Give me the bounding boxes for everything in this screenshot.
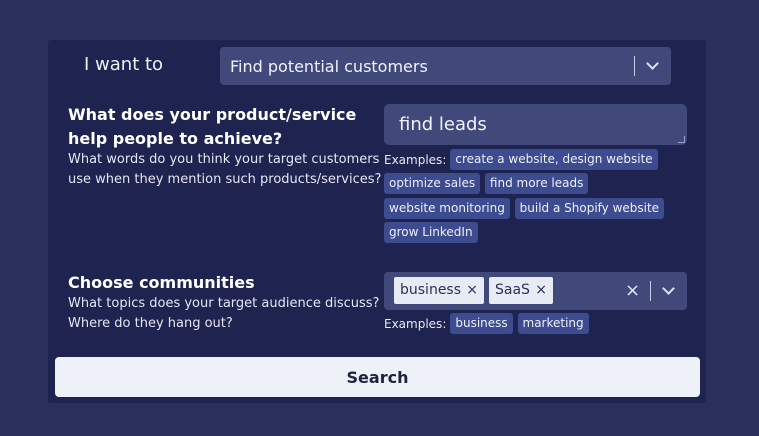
- search-button[interactable]: Search: [55, 357, 700, 397]
- communities-select[interactable]: business × SaaS × ×: [384, 272, 687, 310]
- example-tag[interactable]: marketing: [517, 313, 589, 334]
- intent-select[interactable]: Find potential customers: [220, 47, 671, 85]
- example-tag[interactable]: optimize sales: [384, 173, 481, 194]
- remove-chip-icon[interactable]: ×: [535, 277, 547, 304]
- achieve-examples-row-1: Examples: create a website, design websit…: [384, 149, 659, 170]
- example-tag[interactable]: grow LinkedIn: [384, 222, 478, 243]
- remove-chip-icon[interactable]: ×: [466, 277, 478, 304]
- chevron-down-icon[interactable]: [646, 57, 659, 70]
- search-form-panel: I want to Find potential customers What …: [48, 40, 706, 403]
- chip-label: business: [400, 282, 462, 298]
- communities-examples-row: Examples: business marketing: [384, 313, 590, 334]
- selected-community-chip: SaaS ×: [489, 277, 553, 304]
- example-tag[interactable]: website monitoring: [384, 198, 510, 219]
- select-separator: [634, 56, 635, 76]
- communities-title: Choose communities: [68, 273, 255, 292]
- chip-label: SaaS: [495, 282, 530, 298]
- communities-desc-line2: Where do they hang out?: [68, 316, 233, 331]
- achieve-examples-row-3: website monitoring build a Shopify websi…: [384, 198, 665, 219]
- selected-community-chip: business ×: [394, 277, 484, 304]
- example-tag[interactable]: create a website, design website: [450, 149, 658, 170]
- achieve-title-line1: What does your product/service: [68, 105, 357, 124]
- communities-desc-line1: What topics does your target audience di…: [68, 296, 380, 311]
- intent-selected-value: Find potential customers: [230, 57, 428, 76]
- achieve-desc-line2: use when they mention such products/serv…: [68, 172, 382, 187]
- achieve-desc-line1: What words do you think your target cust…: [68, 152, 380, 167]
- chevron-down-icon[interactable]: [662, 282, 675, 295]
- intent-label: I want to: [84, 54, 164, 75]
- resize-grip-icon[interactable]: [678, 136, 685, 143]
- example-tag[interactable]: find more leads: [484, 173, 589, 194]
- clear-all-icon[interactable]: ×: [625, 280, 640, 301]
- examples-label: Examples:: [384, 316, 447, 331]
- achieve-examples-row-4: grow LinkedIn: [384, 222, 479, 243]
- achieve-keywords-input[interactable]: [384, 104, 687, 145]
- examples-label: Examples:: [384, 152, 447, 167]
- example-tag[interactable]: build a Shopify website: [514, 198, 665, 219]
- example-tag[interactable]: business: [450, 313, 513, 334]
- achieve-title-line2: help people to achieve?: [68, 129, 283, 148]
- achieve-examples-row-2: optimize sales find more leads: [384, 173, 589, 194]
- select-separator: [650, 281, 651, 301]
